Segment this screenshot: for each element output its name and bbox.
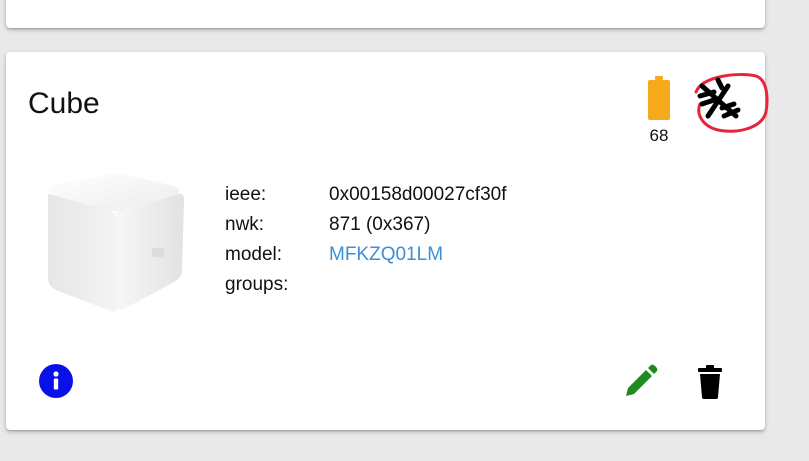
model-link[interactable]: MFKZQ01LM xyxy=(329,244,443,265)
model-label: model: xyxy=(225,244,283,265)
pencil-icon xyxy=(626,364,658,396)
info-button[interactable] xyxy=(39,364,73,398)
nwk-value: 871 (0x367) xyxy=(329,214,431,235)
device-card: Cube 68 ieee: 0x00158d00027cf30f nwk: 87… xyxy=(6,52,769,430)
ieee-value: 0x00158d00027cf30f xyxy=(329,184,507,205)
info-row-ieee: ieee: 0x00158d00027cf30f xyxy=(225,180,507,210)
info-icon xyxy=(53,371,59,390)
nwk-label: nwk: xyxy=(225,214,265,235)
groups-label: groups: xyxy=(225,274,289,295)
device-info-table: ieee: 0x00158d00027cf30f nwk: 871 (0x367… xyxy=(225,180,507,300)
ieee-label: ieee: xyxy=(225,184,267,205)
info-row-nwk: nwk: 871 (0x367) xyxy=(225,210,507,240)
previous-device-card xyxy=(6,0,765,28)
link-quality-status xyxy=(688,70,770,136)
info-row-groups: groups: xyxy=(225,270,507,300)
battery-level: 68 xyxy=(649,126,669,145)
info-row-model: model: MFKZQ01LM xyxy=(225,240,507,270)
device-name: Cube xyxy=(28,87,100,120)
battery-indicator: 68 xyxy=(644,76,674,146)
groups-value xyxy=(329,270,507,300)
device-image xyxy=(47,173,184,312)
delete-button[interactable] xyxy=(690,362,730,402)
signal-off-icon xyxy=(694,73,769,133)
trash-icon xyxy=(698,365,722,399)
model-cell: MFKZQ01LM xyxy=(329,240,507,270)
battery-icon xyxy=(648,76,670,120)
edit-button[interactable] xyxy=(620,362,660,402)
